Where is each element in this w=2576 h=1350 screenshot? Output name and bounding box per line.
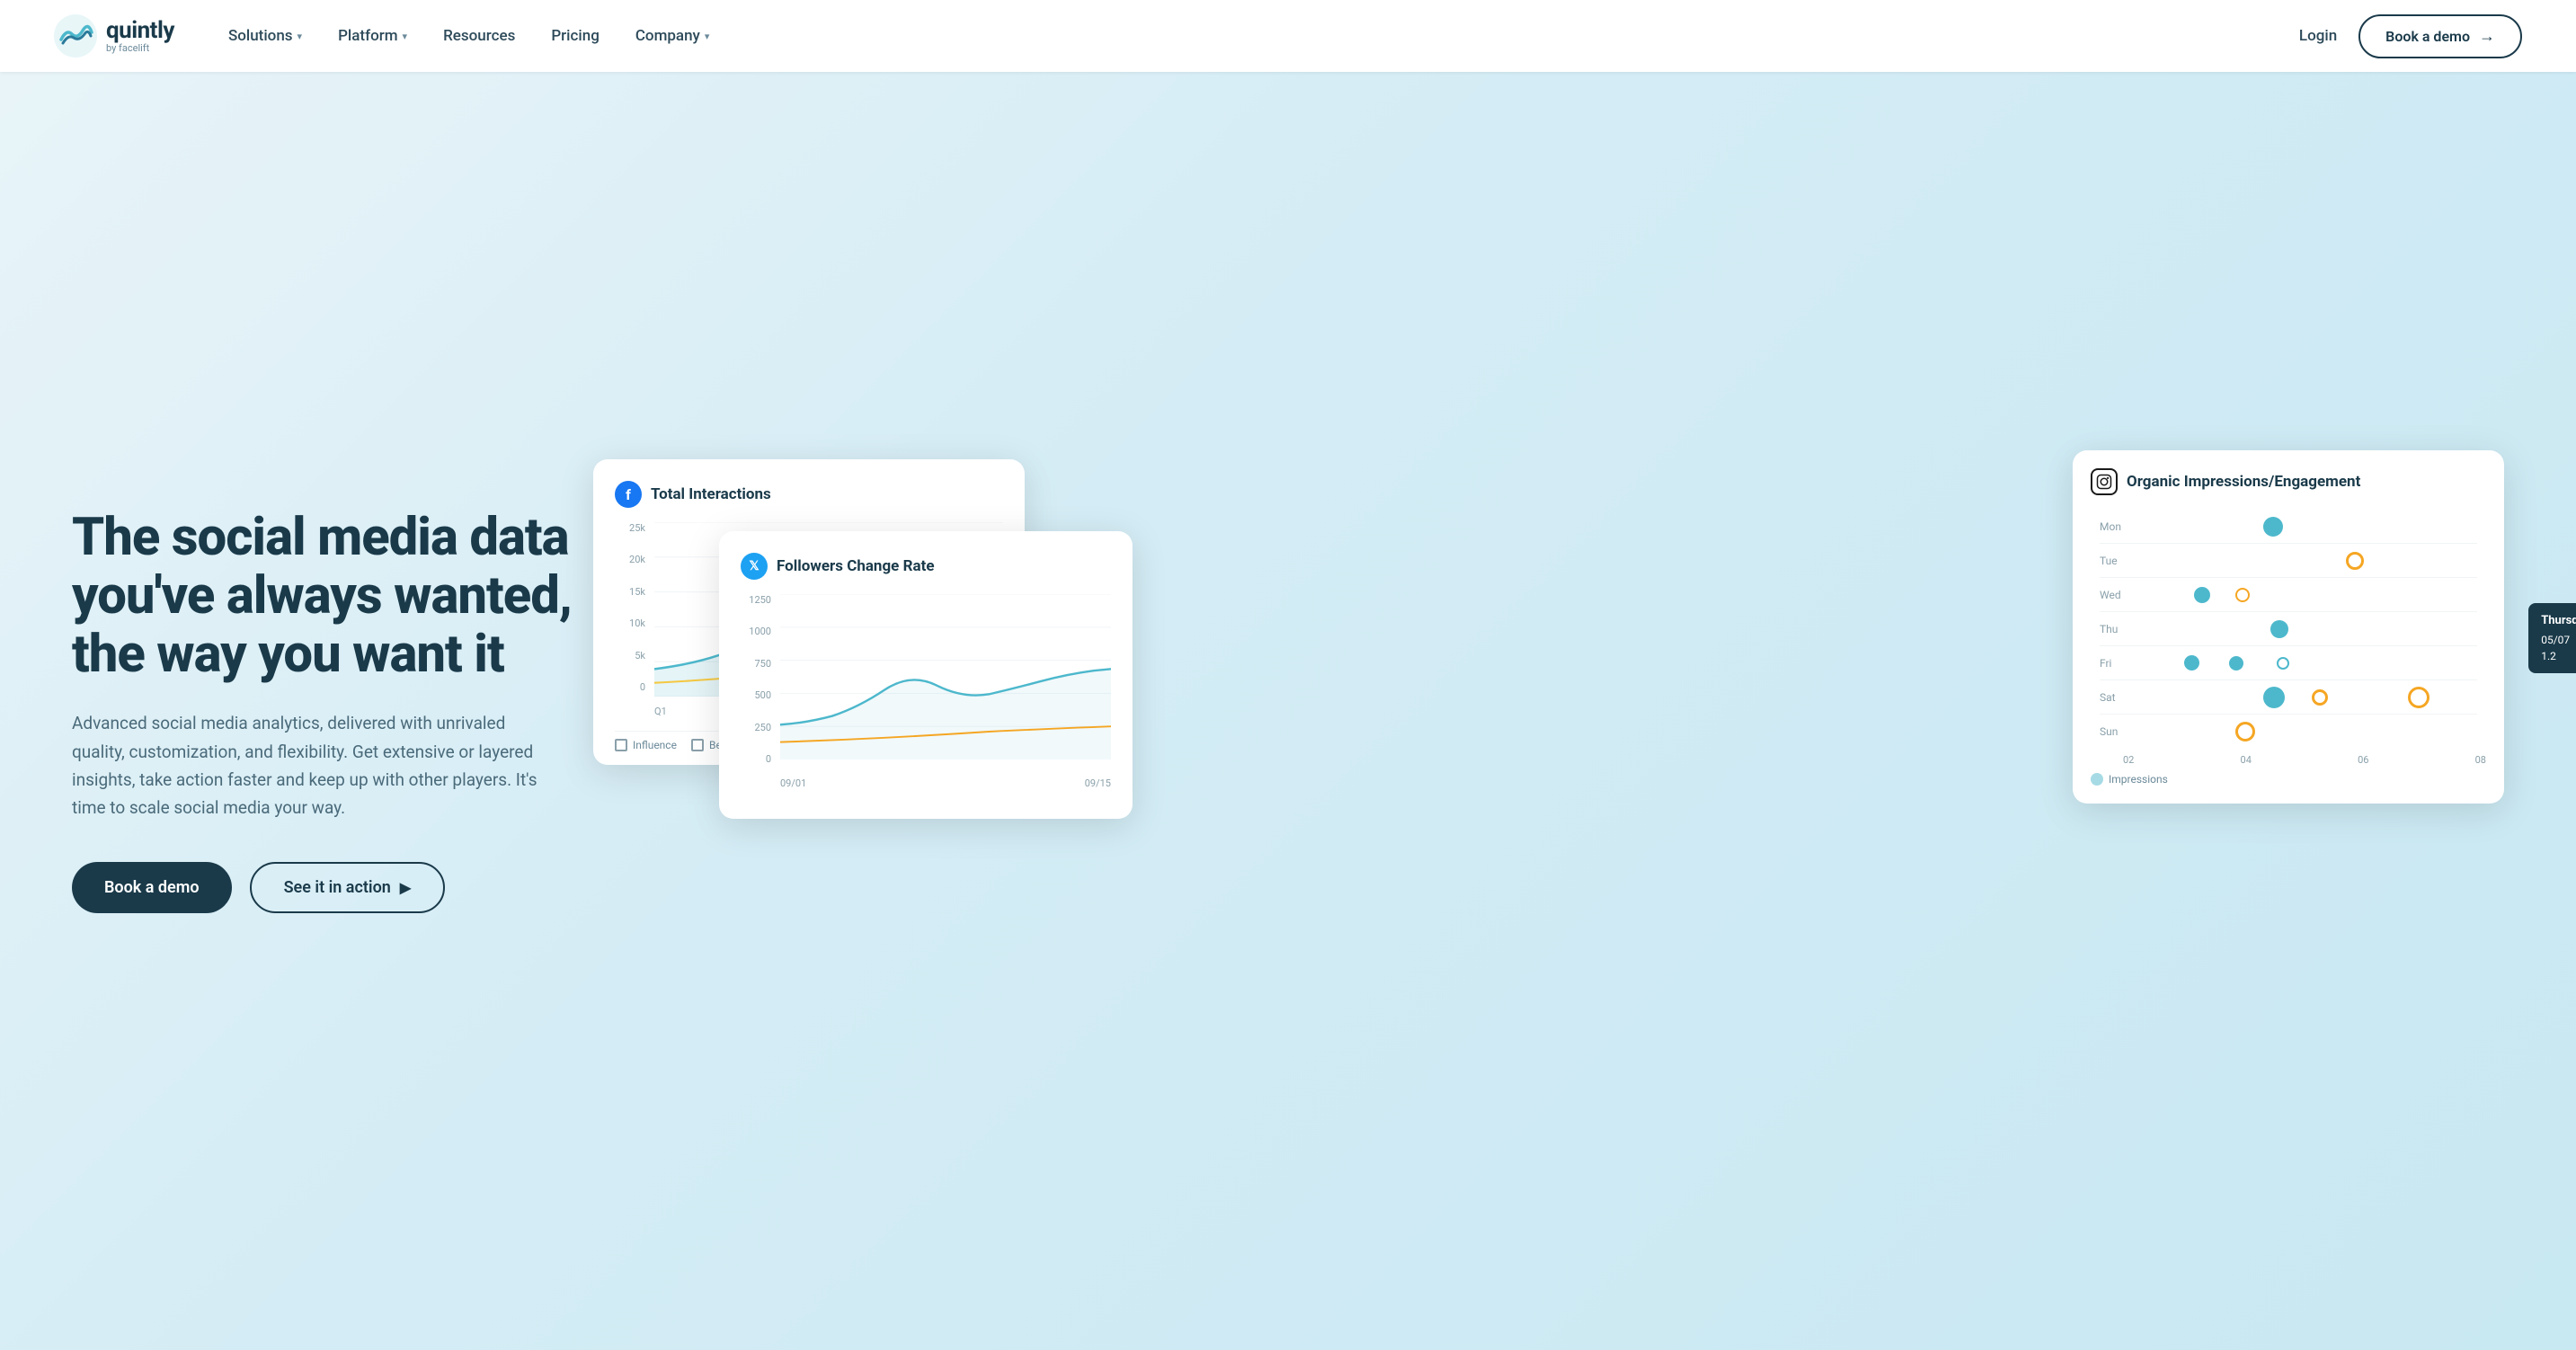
book-demo-nav-button[interactable]: Book a demo → bbox=[2358, 14, 2522, 58]
facebook-y-labels: 25k 20k 15k 10k 5k 0 bbox=[615, 522, 651, 693]
nav-right: Login Book a demo → bbox=[2299, 14, 2522, 58]
hero-section: The social media data you've always want… bbox=[0, 72, 2576, 1350]
instagram-x-axis: 02 04 06 08 bbox=[2091, 749, 2486, 766]
influence-legend-icon bbox=[615, 739, 627, 751]
twitter-card-header: 𝕏 Followers Change Rate bbox=[741, 553, 1111, 580]
nav-platform[interactable]: Platform ▾ bbox=[338, 27, 407, 45]
twitter-icon: 𝕏 bbox=[741, 553, 768, 580]
hero-visual: f Total Interactions 25k 20k 15k 10k 5k … bbox=[593, 441, 2522, 981]
logo-sub: by facelift bbox=[106, 43, 174, 54]
logo-text: quintly by facelift bbox=[106, 18, 174, 55]
tooltip: Thursday 05/07 1.2 bbox=[2528, 603, 2576, 673]
nav-solutions[interactable]: Solutions ▾ bbox=[228, 27, 302, 45]
dot-row-sat: Sat bbox=[2100, 680, 2477, 715]
nav-pricing[interactable]: Pricing bbox=[551, 27, 600, 45]
hero-content: The social media data you've always want… bbox=[72, 509, 593, 912]
dot-row-sun: Sun bbox=[2100, 715, 2477, 749]
play-icon: ▶ bbox=[400, 879, 411, 896]
facebook-icon: f bbox=[615, 481, 642, 508]
nav-links: Solutions ▾ Platform ▾ Resources Pricing… bbox=[228, 27, 2299, 45]
twitter-card-title: Followers Change Rate bbox=[777, 557, 935, 575]
see-in-action-button[interactable]: See it in action ▶ bbox=[250, 862, 446, 913]
facebook-card-header: f Total Interactions bbox=[615, 481, 1003, 508]
nav-company[interactable]: Company ▾ bbox=[635, 27, 710, 45]
dot-row-tue: Tue bbox=[2100, 544, 2477, 578]
book-demo-hero-button[interactable]: Book a demo bbox=[72, 862, 232, 913]
twitter-chart-svg bbox=[780, 594, 1111, 759]
nav-resources[interactable]: Resources bbox=[443, 27, 515, 45]
hero-title: The social media data you've always want… bbox=[72, 509, 593, 684]
instagram-icon bbox=[2091, 468, 2118, 495]
logo[interactable]: quintly by facelift bbox=[54, 14, 174, 58]
instagram-card-title: Organic Impressions/Engagement bbox=[2127, 473, 2360, 491]
instagram-dot-chart: Mon Tue Wed bbox=[2091, 510, 2486, 749]
instagram-card: Organic Impressions/Engagement Mon Tue bbox=[2073, 450, 2504, 804]
dot-row-fri: Fri bbox=[2100, 646, 2477, 680]
instagram-card-header: Organic Impressions/Engagement bbox=[2091, 468, 2486, 495]
twitter-card: 𝕏 Followers Change Rate 1250 1000 750 50… bbox=[719, 531, 1133, 819]
benchmark-legend-icon bbox=[691, 739, 704, 751]
twitter-y-labels: 1250 1000 750 500 250 0 bbox=[741, 594, 777, 765]
chevron-down-icon: ▾ bbox=[298, 31, 303, 42]
navbar: quintly by facelift Solutions ▾ Platform… bbox=[0, 0, 2576, 72]
logo-icon bbox=[54, 14, 97, 58]
twitter-x-labels: 09/01 09/15 bbox=[780, 774, 1111, 792]
dot-row-mon: Mon bbox=[2100, 510, 2477, 544]
hero-buttons: Book a demo See it in action ▶ bbox=[72, 862, 593, 913]
dot-row-thu: Thu Thursday 05/07 1.2 bbox=[2100, 612, 2477, 646]
instagram-legend: Impressions bbox=[2091, 773, 2486, 786]
twitter-chart: 1250 1000 750 500 250 0 bbox=[741, 594, 1111, 792]
impressions-legend-dot bbox=[2091, 773, 2103, 786]
chevron-down-icon: ▾ bbox=[705, 31, 710, 42]
chevron-down-icon: ▾ bbox=[403, 31, 408, 42]
facebook-card-title: Total Interactions bbox=[651, 485, 771, 503]
arrow-icon: → bbox=[2479, 27, 2495, 46]
logo-name: quintly bbox=[106, 18, 174, 44]
login-link[interactable]: Login bbox=[2299, 27, 2337, 45]
hero-description: Advanced social media analytics, deliver… bbox=[72, 709, 539, 822]
dot-row-wed: Wed bbox=[2100, 578, 2477, 612]
